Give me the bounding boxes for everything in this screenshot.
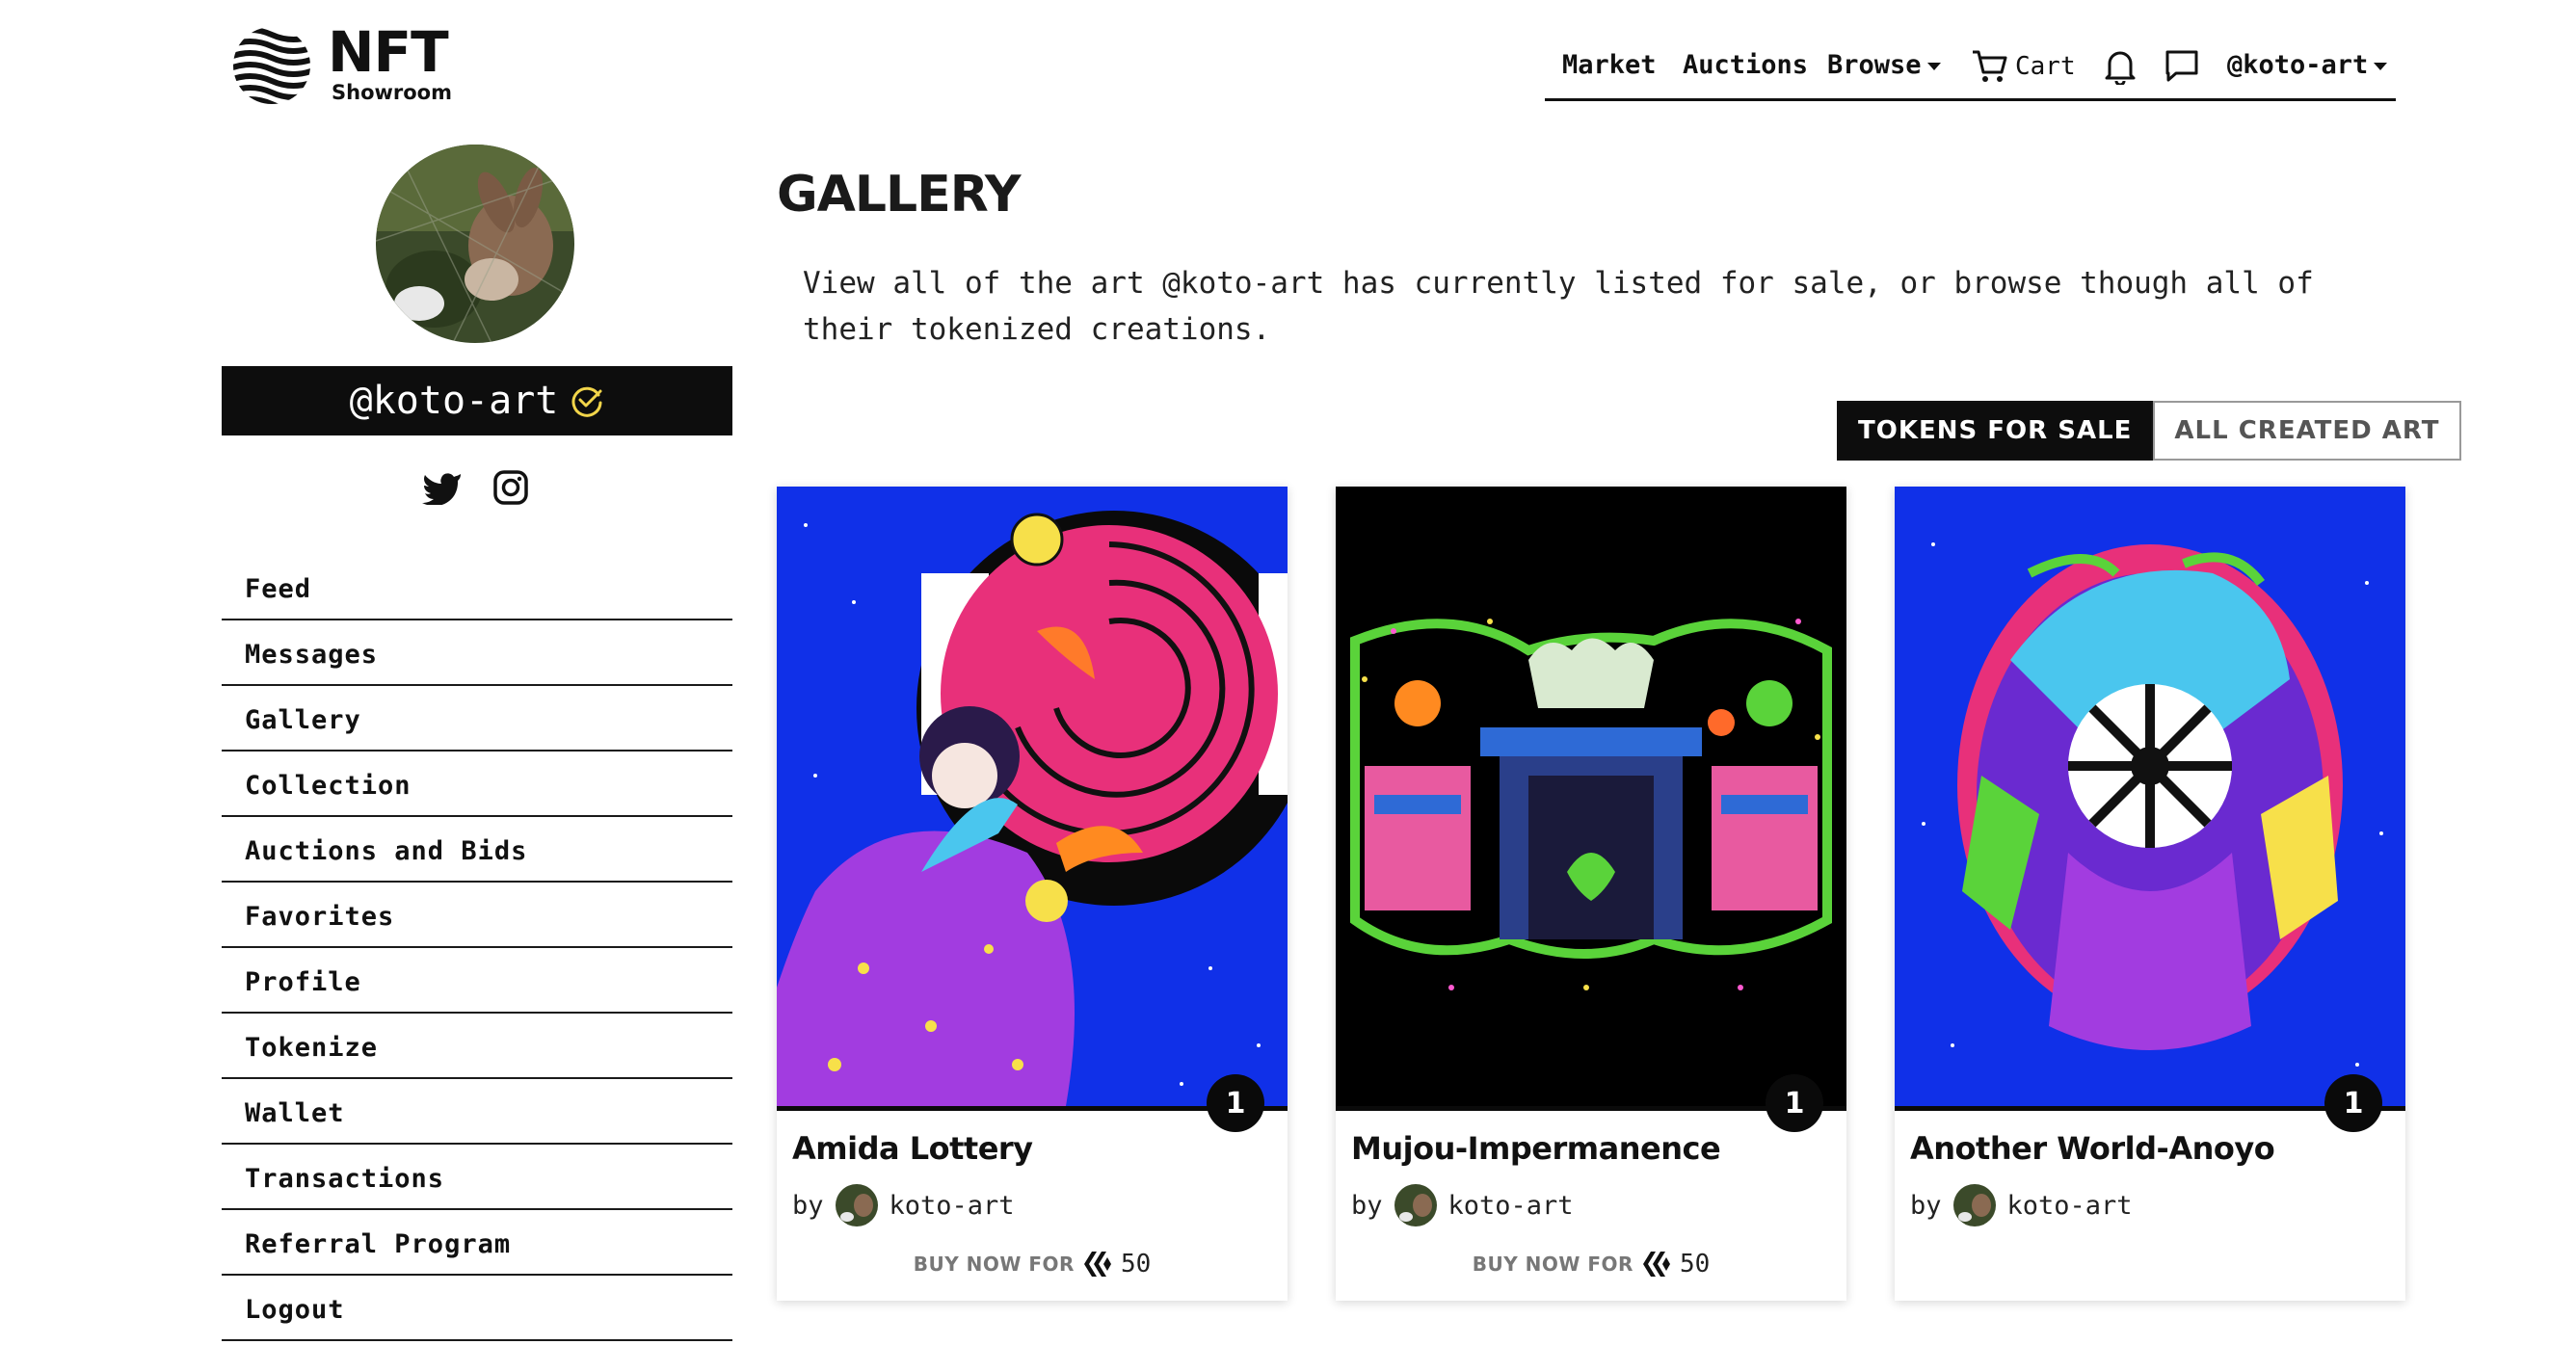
profile-username: @koto-art	[349, 379, 559, 423]
nav-browse-dropdown[interactable]: Browse	[1827, 50, 1941, 80]
cart-icon[interactable]	[1970, 46, 2008, 85]
twitter-icon[interactable]	[422, 470, 463, 505]
sidebar-menu: Feed Messages Gallery Collection Auction…	[222, 559, 732, 1345]
artist-row: by koto-art	[792, 1182, 1015, 1228]
sidebar-item-logout[interactable]: Logout	[222, 1279, 732, 1341]
verified-check-icon	[571, 386, 602, 417]
hive-logo-icon	[1083, 1252, 1111, 1277]
artist-avatar[interactable]	[835, 1184, 878, 1226]
sidebar-item-gallery[interactable]: Gallery	[222, 690, 732, 752]
by-label: by	[1351, 1190, 1383, 1221]
sidebar-item-label: Auctions and Bids	[245, 836, 528, 866]
nav-user-dropdown[interactable]: @koto-art	[2227, 50, 2388, 80]
nav-browse-label: Browse	[1827, 50, 1922, 80]
sidebar-item-transactions[interactable]: Transactions	[222, 1148, 732, 1210]
price-value: 50	[1679, 1250, 1711, 1279]
nft-card[interactable]: 1 Amida Lottery by koto-art BUY NOW FOR …	[777, 487, 1288, 1301]
instagram-icon[interactable]	[493, 470, 528, 505]
sidebar-item-label: Profile	[245, 967, 361, 997]
profile-avatar	[376, 145, 574, 343]
chevron-down-icon	[1926, 62, 1941, 70]
nft-artwork-image[interactable]	[777, 487, 1288, 1111]
gallery-tabs: TOKENS FOR SALE ALL CREATED ART	[1837, 401, 2461, 461]
sidebar-item-profile[interactable]: Profile	[222, 952, 732, 1014]
sidebar-item-favorites[interactable]: Favorites	[222, 886, 732, 948]
nav-cart-label[interactable]: Cart	[2015, 52, 2076, 81]
artist-avatar[interactable]	[1952, 1184, 1996, 1226]
sidebar-item-messages[interactable]: Messages	[222, 624, 732, 686]
sidebar-item-wallet[interactable]: Wallet	[222, 1083, 732, 1145]
nft-title[interactable]: Another World-Anoyo	[1910, 1130, 2275, 1167]
price-row[interactable]: BUY NOW FOR 50	[777, 1245, 1288, 1283]
sidebar-item-label: Transactions	[245, 1164, 445, 1194]
brand-subtitle: Showroom	[332, 81, 452, 104]
tab-all-created-art[interactable]: ALL CREATED ART	[2153, 401, 2461, 461]
brand-title: NFT	[328, 19, 449, 85]
sidebar-item-label: Logout	[245, 1295, 345, 1325]
artist-avatar[interactable]	[1394, 1184, 1437, 1226]
gallery-intro-text: View all of the art @koto-art has curren…	[803, 266, 2314, 347]
artist-row: by koto-art	[1351, 1182, 1574, 1228]
sidebar-item-collection[interactable]: Collection	[222, 755, 732, 817]
hive-logo-icon	[1642, 1252, 1670, 1277]
nft-title[interactable]: Mujou-Impermanence	[1351, 1130, 1721, 1167]
sidebar-item-tokenize[interactable]: Tokenize	[222, 1017, 732, 1079]
profile-name-bar: @koto-art	[222, 366, 732, 435]
bell-icon[interactable]	[2102, 46, 2138, 85]
nft-artwork-image[interactable]	[1895, 487, 2405, 1111]
sidebar-item-label: Tokenize	[245, 1033, 379, 1063]
nft-artwork-image[interactable]	[1336, 487, 1846, 1111]
sidebar-item-label: Favorites	[245, 902, 395, 932]
social-links	[422, 466, 538, 509]
sidebar-item-label: Feed	[245, 574, 312, 604]
sidebar-item-label: Collection	[245, 771, 412, 801]
tab-tokens-for-sale[interactable]: TOKENS FOR SALE	[1837, 401, 2154, 461]
buy-now-label: BUY NOW FOR	[913, 1253, 1075, 1276]
buy-now-label: BUY NOW FOR	[1472, 1253, 1633, 1276]
edition-count-badge: 1	[1207, 1074, 1264, 1132]
edition-count-badge: 1	[2324, 1074, 2382, 1132]
chevron-down-icon	[2374, 62, 2388, 70]
artist-row: by koto-art	[1910, 1182, 2133, 1228]
nav-market-link[interactable]: Market	[1562, 50, 1657, 80]
nft-card[interactable]: 1 Another World-Anoyo by koto-art	[1895, 487, 2405, 1301]
artist-name-link[interactable]: koto-art	[2007, 1191, 2133, 1221]
by-label: by	[1910, 1190, 1942, 1221]
sidebar-item-label: Messages	[245, 640, 379, 670]
brand-logo[interactable]: NFT Showroom	[231, 19, 463, 106]
nft-title[interactable]: Amida Lottery	[792, 1130, 1033, 1167]
edition-count-badge: 1	[1766, 1074, 1823, 1132]
sidebar-item-label: Gallery	[245, 705, 361, 735]
top-navigation: Market Auctions Browse Cart @koto-art	[1545, 37, 2396, 101]
price-row[interactable]: BUY NOW FOR 50	[1336, 1245, 1846, 1283]
sidebar-item-label: Referral Program	[245, 1229, 512, 1259]
by-label: by	[792, 1190, 824, 1221]
message-icon[interactable]	[2163, 46, 2201, 85]
nav-user-label: @koto-art	[2227, 50, 2369, 80]
page-title: GALLERY	[777, 166, 1022, 224]
sidebar-item-referral-program[interactable]: Referral Program	[222, 1214, 732, 1276]
artist-name-link[interactable]: koto-art	[1448, 1191, 1574, 1221]
nft-card[interactable]: 1 Mujou-Impermanence by koto-art BUY NOW…	[1336, 487, 1846, 1301]
artist-name-link[interactable]: koto-art	[890, 1191, 1015, 1221]
sidebar-item-auctions-and-bids[interactable]: Auctions and Bids	[222, 821, 732, 883]
sidebar-item-label: Wallet	[245, 1098, 345, 1128]
sidebar-item-feed[interactable]: Feed	[222, 559, 732, 620]
logo-wave-icon	[233, 27, 310, 104]
price-value: 50	[1120, 1250, 1152, 1279]
nav-auctions-link[interactable]: Auctions	[1683, 50, 1808, 80]
